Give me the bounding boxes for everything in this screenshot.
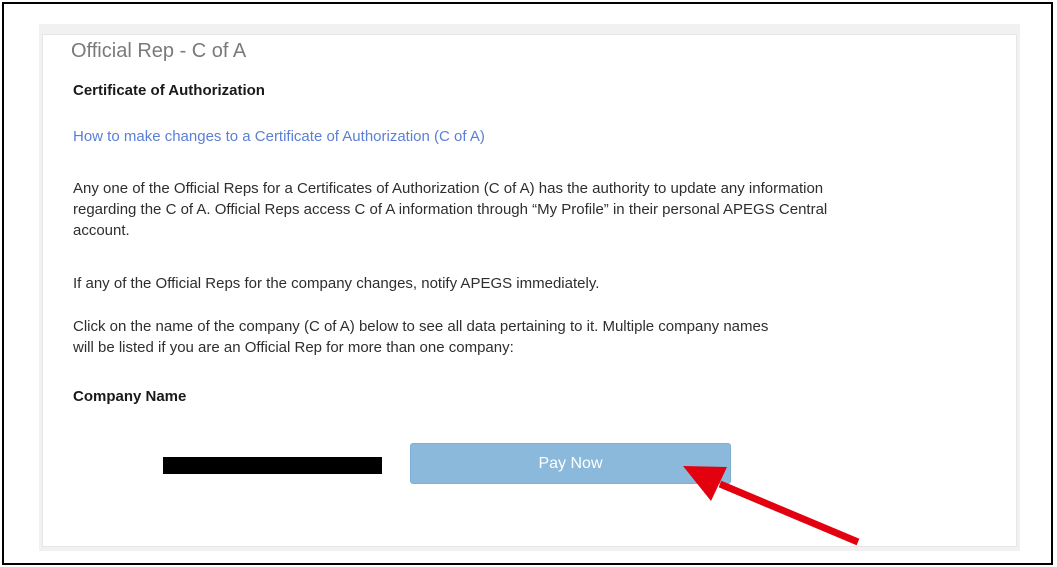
redacted-company-name[interactable] (163, 457, 382, 474)
info-paragraph-authority: Any one of the Official Reps for a Certi… (73, 180, 828, 239)
info-paragraph-notify: If any of the Official Reps for the comp… (73, 275, 600, 292)
company-name-header: Company Name (73, 388, 187, 405)
info-paragraph-instructions: Click on the name of the company (C of A… (73, 318, 769, 356)
help-link[interactable]: How to make changes to a Certificate of … (73, 128, 485, 145)
pay-now-button[interactable]: Pay Now (410, 443, 731, 484)
panel-title: Official Rep - C of A (71, 40, 247, 62)
section-heading: Certificate of Authorization (73, 82, 265, 99)
